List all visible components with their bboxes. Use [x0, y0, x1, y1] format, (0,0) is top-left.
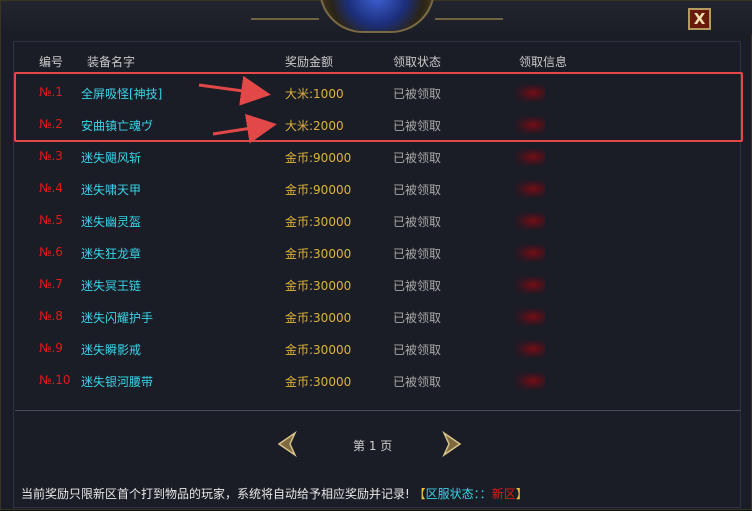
equipment-name: 迷失狂龙章 [81, 247, 142, 261]
row-number: №.7 [39, 277, 63, 291]
claim-status: 已被领取 [393, 183, 442, 197]
claim-status: 已被领取 [393, 279, 442, 293]
claim-status: 已被领取 [393, 375, 442, 389]
header-claim-info: 领取信息 [519, 55, 568, 69]
claim-status: 已被领取 [393, 311, 442, 325]
row-number: №.6 [39, 245, 63, 259]
equipment-name: 迷失冥王链 [81, 279, 142, 293]
row-number: №.4 [39, 181, 63, 195]
table-row: №.6 迷失狂龙章 金币:30000 已被领取 [1, 242, 752, 264]
redacted-claim-info [515, 340, 545, 358]
title-bar: X [1, 0, 752, 35]
table-row: №.8 迷失闪耀护手 金币:30000 已被领取 [1, 306, 752, 328]
page-indicator: 第 1 页 [353, 439, 393, 453]
prev-page-button[interactable] [275, 431, 297, 457]
reward-window: X 编号 装备名字 奖励金额 领取状态 领取信息 №.1 全屏吸怪[神技] 大米:1… [0, 0, 752, 510]
highlight-box [14, 72, 743, 142]
title-emblem [319, 0, 435, 33]
title-ornament-left [251, 18, 319, 20]
equipment-name: 迷失瞬影戒 [81, 343, 142, 357]
equipment-name: 迷失银河腰带 [81, 375, 154, 389]
header-reward: 奖励金额 [285, 55, 334, 69]
server-status-value: 新区 [491, 487, 516, 501]
claim-status: 已被领取 [393, 343, 442, 357]
table-row: №.4 迷失啸天甲 金币:90000 已被领取 [1, 178, 752, 200]
equipment-name: 迷失飓风斩 [81, 151, 142, 165]
row-number: №.9 [39, 341, 63, 355]
claim-status: 已被领取 [393, 247, 442, 261]
reward-amount: 金币:30000 [285, 311, 352, 325]
claim-status: 已被领取 [393, 215, 442, 229]
table-row: №.3 迷失飓风斩 金币:90000 已被领取 [1, 146, 752, 168]
reward-amount: 金币:90000 [285, 151, 352, 165]
redacted-claim-info [515, 180, 545, 198]
footer-notice: 当前奖励只限新区首个打到物品的玩家，系统将自动给予相应奖励并记录! 【区服状态：… [21, 485, 528, 502]
table-row: №.9 迷失瞬影戒 金币:30000 已被领取 [1, 338, 752, 360]
row-number: №.5 [39, 213, 63, 227]
notice-text: 当前奖励只限新区首个打到物品的玩家，系统将自动给予相应奖励并记录! [21, 487, 410, 501]
reward-amount: 金币:90000 [285, 183, 352, 197]
redacted-claim-info [515, 308, 545, 326]
close-button[interactable]: X [688, 8, 711, 30]
equipment-name: 迷失幽灵盔 [81, 215, 142, 229]
reward-amount: 金币:30000 [285, 343, 352, 357]
bracket-open: 【 [413, 487, 426, 501]
reward-amount: 金币:30000 [285, 375, 352, 389]
row-number: №.10 [39, 373, 71, 387]
header-equipment-name: 装备名字 [87, 55, 136, 69]
redacted-claim-info [515, 276, 545, 294]
reward-amount: 金币:30000 [285, 279, 352, 293]
server-status-label: 区服状态：： [425, 487, 492, 501]
table-row: №.7 迷失冥王链 金币:30000 已被领取 [1, 274, 752, 296]
bracket-close: 】 [515, 487, 528, 501]
table-row: №.5 迷失幽灵盔 金币:30000 已被领取 [1, 210, 752, 232]
redacted-claim-info [515, 212, 545, 230]
equipment-name: 迷失啸天甲 [81, 183, 142, 197]
title-ornament-right [435, 18, 503, 20]
table-row: №.10 迷失银河腰带 金币:30000 已被领取 [1, 370, 752, 392]
row-number: №.3 [39, 149, 63, 163]
claim-status: 已被领取 [393, 151, 442, 165]
footer-divider [15, 410, 741, 411]
row-number: №.8 [39, 309, 63, 323]
redacted-claim-info [515, 372, 545, 390]
redacted-claim-info [515, 244, 545, 262]
next-page-button[interactable] [442, 431, 464, 457]
header-number: 编号 [39, 55, 64, 69]
redacted-claim-info [515, 148, 545, 166]
reward-amount: 金币:30000 [285, 215, 352, 229]
reward-amount: 金币:30000 [285, 247, 352, 261]
equipment-name: 迷失闪耀护手 [81, 311, 154, 325]
header-status: 领取状态 [393, 55, 442, 69]
